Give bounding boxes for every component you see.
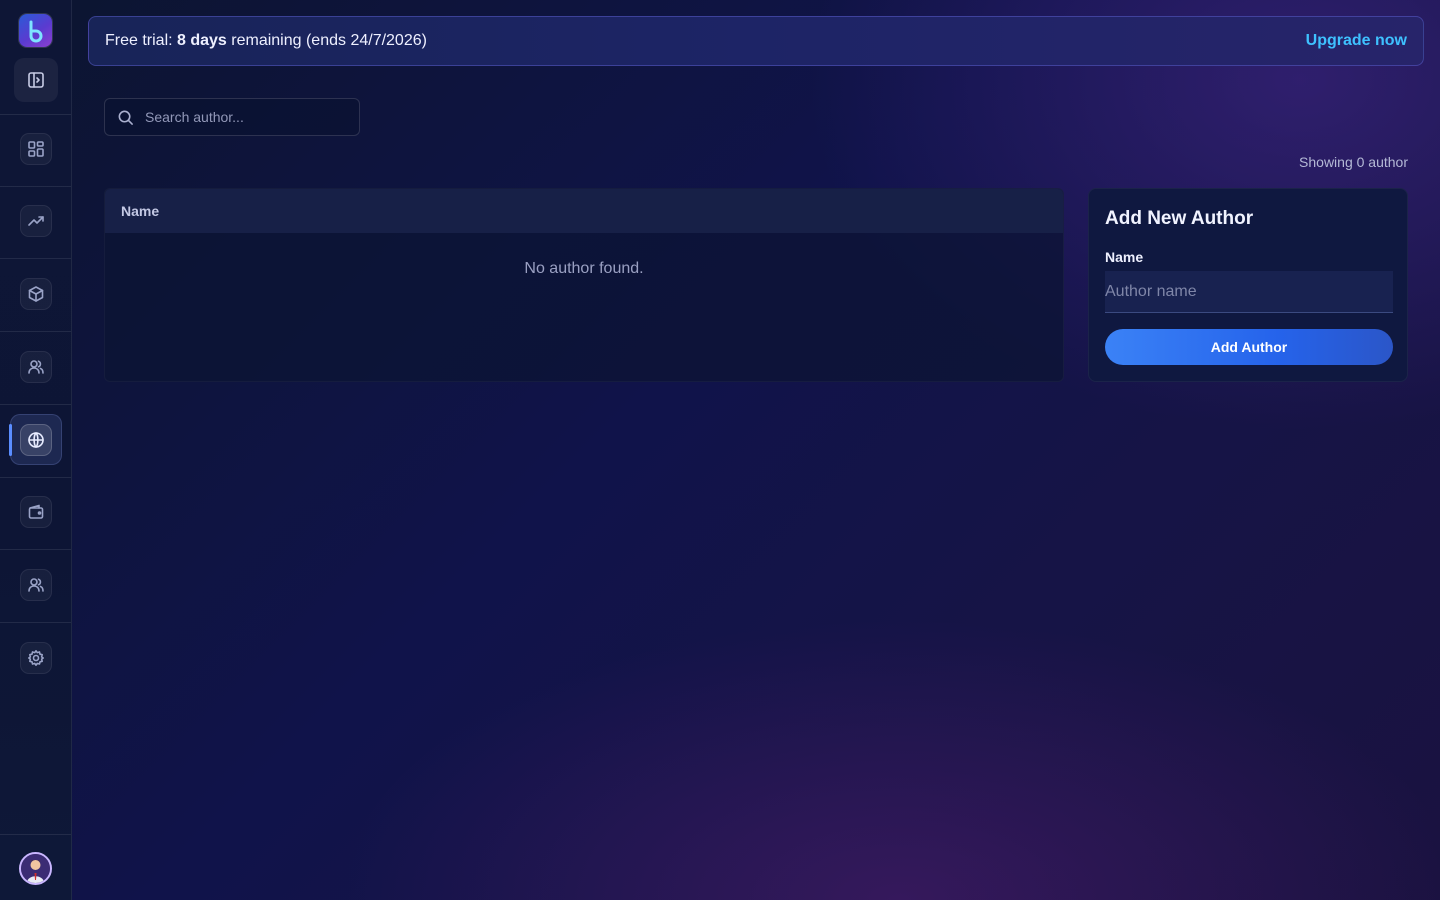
avatar-illustration <box>21 854 50 883</box>
add-author-title: Add New Author <box>1105 208 1254 229</box>
team-icon <box>28 578 44 592</box>
sidebar-divider <box>0 549 71 550</box>
sidebar-divider <box>0 477 71 478</box>
sidebar-divider <box>0 404 71 405</box>
sidebar-item-settings[interactable] <box>20 642 52 674</box>
user-avatar[interactable] <box>19 852 52 885</box>
add-author-panel: Add New Author Name Add Author <box>1088 188 1408 382</box>
wallet-icon <box>28 504 44 519</box>
authors-table: Name No author found. <box>104 188 1064 382</box>
sidebar-toggle-button[interactable] <box>14 58 58 102</box>
add-author-button[interactable]: Add Author <box>1105 329 1393 365</box>
sidebar <box>0 0 72 900</box>
sidebar-divider <box>0 331 71 332</box>
sidebar-item-dashboard[interactable] <box>20 133 52 165</box>
sidebar-item-authors[interactable] <box>20 424 52 456</box>
empty-state-message: No author found. <box>524 260 644 277</box>
table-header: Name <box>105 189 1063 233</box>
sidebar-divider <box>0 186 71 187</box>
sidebar-item-products[interactable] <box>20 278 52 310</box>
trial-banner: Free trial: 8 days remaining (ends 24/7/… <box>88 16 1424 66</box>
results-count: Showing 0 author <box>1299 154 1408 170</box>
users-icon <box>28 360 44 374</box>
gear-icon <box>28 650 44 666</box>
search-icon <box>118 110 133 125</box>
sidebar-item-users[interactable] <box>20 351 52 383</box>
app-logo[interactable] <box>19 14 52 47</box>
trial-prefix: Free trial: <box>105 32 178 49</box>
sidebar-item-wallet[interactable] <box>20 496 52 528</box>
author-name-input[interactable] <box>1105 271 1393 313</box>
trial-suffix: remaining (ends 24/7/2026) <box>226 32 427 49</box>
trial-days: 8 days <box>177 32 227 49</box>
sidebar-divider <box>0 834 71 835</box>
search-input[interactable] <box>145 109 335 125</box>
package-icon <box>28 286 44 302</box>
trending-up-icon <box>28 216 44 226</box>
sidebar-item-team[interactable] <box>20 569 52 601</box>
dashboard-icon <box>28 141 44 157</box>
sidebar-item-analytics[interactable] <box>20 205 52 237</box>
name-field-label: Name <box>1105 249 1144 265</box>
globe-icon <box>28 432 44 448</box>
sidebar-toggle-icon <box>28 72 44 88</box>
sidebar-divider <box>0 258 71 259</box>
sidebar-divider <box>0 622 71 623</box>
sidebar-divider <box>0 114 71 115</box>
sidebar-active-indicator <box>9 424 12 456</box>
column-header-name[interactable]: Name <box>121 203 159 219</box>
upgrade-now-link[interactable]: Upgrade now <box>1306 32 1407 50</box>
trial-banner-text: Free trial: 8 days remaining (ends 24/7/… <box>105 32 427 50</box>
logo-icon <box>29 20 42 42</box>
search-box <box>104 98 360 136</box>
